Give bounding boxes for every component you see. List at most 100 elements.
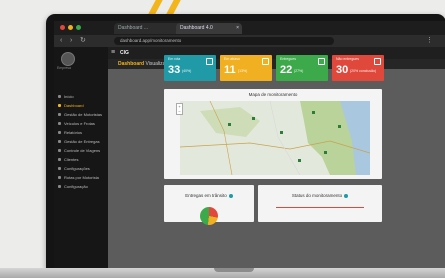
map-marker [228, 123, 231, 126]
status-progress-line [276, 207, 364, 208]
truck-icon [58, 122, 61, 126]
deliveries-card: Entregas em trânsito [164, 185, 254, 225]
monitoring-map[interactable] [180, 101, 370, 175]
map-marker [324, 151, 327, 154]
sidebar-item-label: Configurações [64, 166, 90, 171]
sidebar-item-veiculos[interactable]: Veículos e Frotas [58, 120, 106, 127]
status-title: Status do monitoramento [258, 193, 382, 198]
box-icon [58, 140, 61, 144]
laptop-screen: Dashboard ... × Dashboard 4.0 × ‹ › ↻ da… [54, 21, 445, 270]
minimize-window-icon[interactable] [68, 25, 73, 30]
route-icon [206, 58, 213, 65]
maximize-window-icon[interactable] [76, 25, 81, 30]
route-icon [58, 149, 61, 153]
sidebar-item-label: Clientes [64, 157, 79, 162]
browser-tab[interactable]: Dashboard ... × [114, 23, 182, 34]
map-zoom-control[interactable]: + − [176, 103, 183, 115]
sidebar-item-inicio[interactable]: Início [58, 93, 106, 100]
report-icon [58, 131, 61, 135]
kpi-percent: (27%) [294, 69, 304, 73]
sidebar-item-configuracao[interactable]: Configuração [58, 183, 106, 190]
sidebar-item-rotas[interactable]: Rotas por Motorista [58, 174, 106, 181]
dashboard-icon [58, 104, 61, 108]
kpi-card-em-rota[interactable]: Em rota 33 (40%) [164, 55, 216, 81]
deliveries-title: Entregas em trânsito [164, 193, 254, 198]
sidebar-item-relatorios[interactable]: Relatórios [58, 129, 106, 136]
map-card: Mapa de monitoramento + − [164, 89, 382, 179]
map-marker [280, 131, 283, 134]
kpi-percent: (13%) [238, 69, 248, 73]
map-title: Mapa de monitoramento [248, 92, 298, 97]
kpi-label: Em rota [168, 57, 181, 61]
info-icon[interactable] [228, 193, 233, 198]
sidebar-item-entregas[interactable]: Gestão de Entregas [58, 138, 106, 145]
sidebar-item-label: Controle de Viagens [64, 148, 101, 153]
reload-icon[interactable]: ↻ [80, 36, 86, 46]
map-marker [298, 159, 301, 162]
map-marker [312, 111, 315, 114]
menu-dots-icon[interactable]: ⋮ [426, 36, 433, 46]
zoom-out-button[interactable]: − [177, 109, 182, 114]
menu-toggle-icon[interactable]: ≡ [111, 48, 115, 58]
url-field[interactable]: dashboard.app/monitoramento [114, 37, 334, 45]
home-icon [58, 95, 61, 99]
check-icon [318, 58, 325, 65]
sidebar-item-clientes[interactable]: Clientes [58, 156, 106, 163]
sidebar-item-label: Rotas por Motorista [64, 175, 99, 180]
laptop-frame: Dashboard ... × Dashboard 4.0 × ‹ › ↻ da… [46, 14, 445, 270]
breadcrumb-section[interactable]: Dashboard [118, 61, 144, 67]
sidebar: Empresa Início Dashboard Gestão de Motor… [54, 47, 108, 270]
sidebar-item-label: Veículos e Frotas [64, 121, 95, 126]
clients-icon [58, 158, 61, 162]
settings-icon [58, 185, 61, 189]
url-text: dashboard.app/monitoramento [120, 38, 182, 43]
map-marker [338, 125, 341, 128]
sidebar-item-configuracoes[interactable]: Configurações [58, 165, 106, 172]
sidebar-item-label: Configuração [64, 184, 88, 189]
user-icon [58, 113, 61, 117]
kpi-label: Não entregues [336, 57, 359, 61]
map-marker [252, 117, 255, 120]
address-bar: ‹ › ↻ dashboard.app/monitoramento ⋮ [54, 35, 445, 47]
sidebar-item-label: Gestão de Motoristas [64, 112, 103, 117]
map-pin-icon [58, 176, 61, 180]
sidebar-item-dashboard[interactable]: Dashboard [58, 102, 106, 109]
sidebar-item-label: Início [64, 94, 74, 99]
kpi-value: 30 [336, 64, 349, 76]
kpi-value: 33 [168, 64, 181, 76]
sidebar-item-label: Dashboard [64, 103, 84, 108]
kpi-value: 22 [280, 64, 293, 76]
info-icon[interactable] [344, 193, 349, 198]
close-window-icon[interactable] [60, 25, 65, 30]
browser-tabbar: Dashboard ... × Dashboard 4.0 × [54, 21, 445, 35]
gear-icon [58, 167, 61, 171]
kpi-label: Em atraso [224, 57, 240, 61]
kpi-card-nao-entregues[interactable]: Não entregues 30 (20% conclusão) [332, 55, 384, 81]
kpi-value: 11 [224, 64, 236, 76]
status-title-text: Status do monitoramento [291, 193, 343, 198]
browser-tab-label: Dashboard ... [118, 25, 149, 31]
close-tab-icon[interactable]: × [236, 23, 239, 34]
back-arrow-icon[interactable]: ‹ [60, 36, 62, 46]
browser-tab-active[interactable]: Dashboard 4.0 × [176, 23, 242, 34]
kpi-card-em-atraso[interactable]: Em atraso 11 (13%) [220, 55, 272, 81]
kpi-percent: (20% conclusão) [350, 69, 377, 73]
app-brand: CIG [120, 50, 129, 56]
sidebar-item-motoristas[interactable]: Gestão de Motoristas [58, 111, 106, 118]
sidebar-item-viagens[interactable]: Controle de Viagens [58, 147, 106, 154]
laptop-notch [214, 268, 254, 272]
browser-tab-label: Dashboard 4.0 [180, 25, 213, 31]
kpi-percent: (40%) [182, 69, 192, 73]
kpi-card-entregues[interactable]: Entregues 22 (27%) [276, 55, 328, 81]
sidebar-item-label: Gestão de Entregas [64, 139, 100, 144]
logo-caption: Empresa [57, 66, 72, 70]
sidebar-item-label: Relatórios [64, 130, 83, 135]
deliveries-donut-chart [200, 207, 218, 225]
kpi-label: Entregues [280, 57, 296, 61]
deliveries-title-text: Entregas em trânsito [185, 193, 227, 198]
company-logo [61, 52, 75, 66]
alert-icon [374, 58, 381, 65]
forward-arrow-icon[interactable]: › [70, 36, 72, 46]
status-card: Status do monitoramento [258, 185, 382, 222]
clock-icon [262, 58, 269, 65]
